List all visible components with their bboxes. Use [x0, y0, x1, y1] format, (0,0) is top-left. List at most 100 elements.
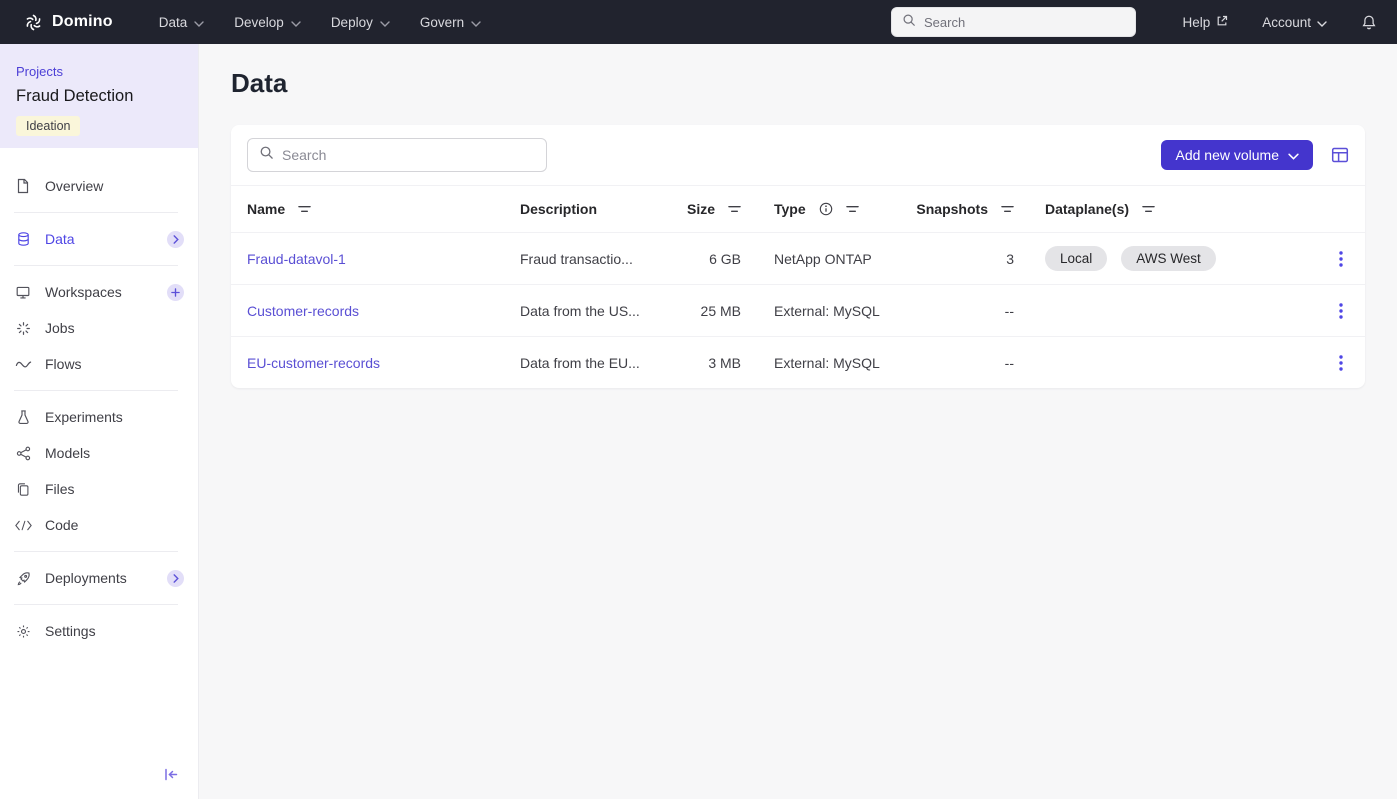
column-header-size: Size [670, 201, 741, 217]
column-header-description: Description [520, 201, 598, 217]
filter-icon[interactable] [1142, 204, 1155, 214]
divider [14, 604, 178, 605]
topnav-develop[interactable]: Develop [234, 15, 301, 30]
row-actions-kebab-icon[interactable] [1333, 351, 1349, 375]
flask-icon [14, 409, 32, 425]
sidebar-item-code[interactable]: Code [0, 507, 198, 543]
volume-snapshots: 3 [1006, 250, 1014, 267]
chevron-down-icon [471, 15, 481, 30]
topnav-deploy[interactable]: Deploy [331, 15, 390, 30]
sidebar-item-workspaces[interactable]: Workspaces [0, 274, 198, 310]
table-toolbar: Add new volume [231, 125, 1365, 185]
chevron-down-icon [1288, 147, 1299, 163]
volume-description: Data from the US... [520, 302, 640, 319]
chevron-down-icon [1317, 15, 1327, 30]
row-actions-kebab-icon[interactable] [1333, 247, 1349, 271]
sidebar-item-experiments[interactable]: Experiments [0, 399, 198, 435]
volume-description: Data from the EU... [520, 354, 640, 371]
chevron-down-icon [194, 15, 204, 30]
filter-icon[interactable] [845, 204, 859, 214]
breadcrumb-projects[interactable]: Projects [16, 64, 182, 79]
dataplane-pill: AWS West [1121, 246, 1216, 271]
spinner-icon [14, 321, 32, 336]
chevron-down-icon [291, 15, 301, 30]
data-volumes-card: Add new volume Name Description [231, 125, 1365, 388]
chevron-right-icon[interactable] [167, 569, 184, 587]
volume-name-link[interactable]: EU-customer-records [247, 355, 520, 371]
volume-dataplanes: Local AWS West [1014, 246, 1287, 271]
table-search[interactable] [247, 138, 547, 172]
sidebar-item-files[interactable]: Files [0, 471, 198, 507]
plus-icon[interactable] [167, 283, 184, 301]
topbar: Domino Data Develop Deploy Govern Help [0, 0, 1397, 44]
sidebar-item-deployments[interactable]: Deployments [0, 560, 198, 596]
table-header: Name Description Size Type Snapshots Dat… [231, 185, 1365, 232]
column-settings-icon[interactable] [1331, 146, 1349, 164]
info-icon[interactable] [819, 202, 833, 216]
volume-size: 3 MB [708, 354, 741, 371]
files-copy-icon [14, 482, 32, 497]
project-name: Fraud Detection [16, 87, 134, 105]
volume-name-link[interactable]: Fraud-datavol-1 [247, 251, 520, 267]
volume-snapshots: -- [1004, 302, 1014, 319]
table-row: EU-customer-records Data from the EU... … [231, 336, 1365, 388]
main-content: Data Add new volume [199, 44, 1397, 799]
search-icon [259, 145, 274, 165]
sidebar-item-models[interactable]: Models [0, 435, 198, 471]
table-search-input[interactable] [282, 147, 535, 163]
divider [14, 265, 178, 266]
monitor-icon [14, 285, 32, 300]
topbar-right: Help Account [1182, 14, 1377, 31]
volume-size: 6 GB [709, 250, 741, 267]
page-title: Data [231, 68, 288, 98]
global-search-input[interactable] [924, 14, 1125, 30]
wave-icon [14, 359, 32, 369]
share-network-icon [14, 446, 32, 461]
divider [14, 551, 178, 552]
sidebar-item-settings[interactable]: Settings [0, 613, 198, 649]
row-actions-kebab-icon[interactable] [1333, 299, 1349, 323]
sidebar-item-data[interactable]: Data [0, 221, 198, 257]
chevron-down-icon [380, 15, 390, 30]
toolbar-actions: Add new volume [1161, 140, 1349, 170]
topnav-govern[interactable]: Govern [420, 15, 481, 30]
filter-icon[interactable] [1001, 204, 1014, 214]
document-icon [14, 178, 32, 194]
dataplane-pill: Local [1045, 246, 1108, 271]
account-menu[interactable]: Account [1262, 15, 1327, 30]
volume-snapshots: -- [1004, 354, 1014, 371]
global-search[interactable] [891, 7, 1136, 37]
volume-size: 25 MB [700, 302, 741, 319]
filter-icon[interactable] [728, 204, 741, 214]
help-link[interactable]: Help [1182, 15, 1228, 30]
top-navigation: Data Develop Deploy Govern [159, 15, 481, 30]
volume-type: External: MySQL [774, 302, 880, 319]
sidebar: Projects Fraud Detection Ideation Overvi… [0, 44, 199, 799]
brand-name: Domino [52, 13, 113, 30]
sidebar-nav: Overview Data Workspaces Jobs Flows Expe… [0, 148, 198, 649]
add-new-volume-button[interactable]: Add new volume [1161, 140, 1313, 170]
sidebar-item-flows[interactable]: Flows [0, 346, 198, 382]
domino-pinwheel-icon [24, 13, 43, 32]
topnav-data[interactable]: Data [159, 15, 205, 30]
external-link-icon [1216, 15, 1228, 30]
table-row: Fraud-datavol-1 Fraud transactio... 6 GB… [231, 232, 1365, 284]
column-header-snapshots: Snapshots [914, 201, 1014, 217]
rocket-icon [14, 571, 32, 586]
gear-icon [14, 624, 32, 639]
filter-icon[interactable] [298, 204, 311, 214]
domino-logo[interactable]: Domino [24, 13, 113, 32]
column-header-dataplanes: Dataplane(s) [1014, 201, 1287, 217]
volume-type: NetApp ONTAP [774, 250, 872, 267]
sidebar-item-overview[interactable]: Overview [0, 168, 198, 204]
volume-name-link[interactable]: Customer-records [247, 303, 520, 319]
column-header-name: Name [247, 201, 520, 217]
volume-type: External: MySQL [774, 354, 880, 371]
search-icon [902, 13, 916, 32]
divider [14, 390, 178, 391]
sidebar-item-jobs[interactable]: Jobs [0, 310, 198, 346]
table-row: Customer-records Data from the US... 25 … [231, 284, 1365, 336]
chevron-right-icon[interactable] [167, 230, 184, 248]
notifications-bell-icon[interactable] [1361, 14, 1377, 31]
collapse-sidebar-icon[interactable] [164, 768, 178, 781]
